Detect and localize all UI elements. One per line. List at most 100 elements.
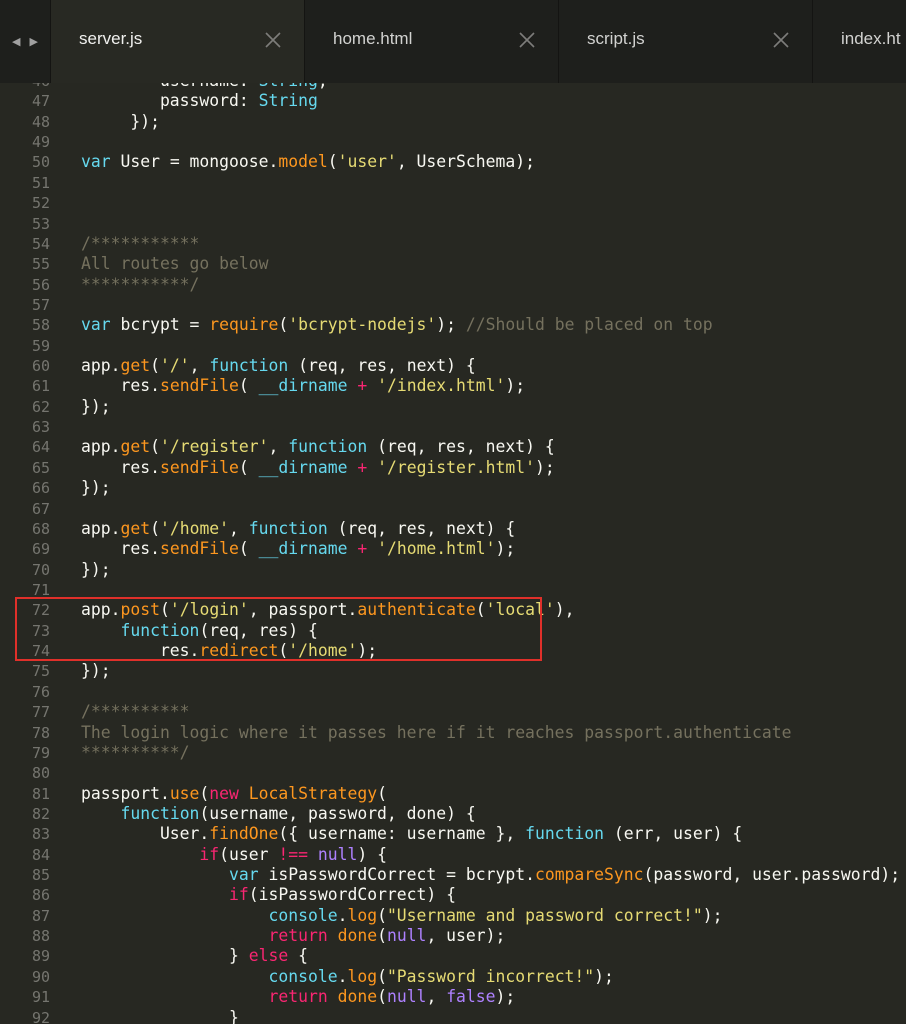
tab-back-arrow-icon[interactable]: ◀ [12,36,20,47]
code-line[interactable]: 63 [0,417,906,437]
code-token: All routes go below [81,254,269,274]
code-token: //Should be placed on top [465,315,713,335]
tab-script-js[interactable]: script.js [558,0,812,83]
code-line[interactable]: 57 [0,295,906,315]
code-token: (username, password, done) { [199,803,476,823]
code-line[interactable]: 68 app.get('/home', function (req, res, n… [0,519,906,539]
code-token: ( [377,905,387,925]
code-token: , [268,437,289,457]
tab-server-js[interactable]: server.js [50,0,304,83]
code-line[interactable]: 75}); [0,661,906,681]
tab-forward-arrow-icon[interactable]: ▶ [30,36,38,47]
code-line[interactable]: 59 [0,336,906,356]
code-token: res. [81,539,160,559]
code-line[interactable]: 82 function(username, password, done) { [0,804,906,824]
code-text: }); [81,661,111,681]
code-text: /*********** [81,234,199,254]
code-line[interactable]: 76 [0,682,906,702]
code-line[interactable]: 67 [0,499,906,519]
code-line[interactable]: 60 app.get('/', function (req, res, next)… [0,356,906,376]
code-line[interactable]: 85 var isPasswordCorrect = bcrypt.compar… [0,865,906,885]
code-line[interactable]: 92 } [0,1008,906,1024]
code-line[interactable]: 54 /*********** [0,234,906,254]
line-number: 75 [31,662,50,681]
close-icon[interactable] [264,31,282,49]
line-number: 88 [31,927,50,946]
code-text: } else { [81,946,308,966]
code-token: (user [219,844,279,864]
code-line[interactable]: 91 return done(null, false); [0,987,906,1007]
code-token: '/index.html' [377,376,506,396]
code-token: ), [554,600,575,620]
code-line[interactable]: 83 User.findOne({ username: username }, … [0,824,906,844]
code-line[interactable]: 84 if(user !== null) { [0,845,906,865]
tab-label: home.html [333,29,413,48]
code-text: passport.use(new LocalStrategy( [81,784,387,804]
code-line[interactable]: 89 } else { [0,946,906,966]
code-line[interactable]: 58 var bcrypt = require('bcrypt-nodejs');… [0,315,906,335]
code-line[interactable]: 79 **********/ [0,743,906,763]
line-number: 56 [31,275,50,294]
tab-navigation: ◀ ▶ [0,0,50,83]
code-token: The login logic where it passes here if … [81,722,792,742]
code-token: , user); [426,926,506,946]
line-number: 55 [31,255,50,274]
code-token: ); [702,905,723,925]
close-icon[interactable] [772,31,790,49]
tab-home-html[interactable]: home.html [304,0,558,83]
code-line[interactable]: 78 The login logic where it passes here i… [0,723,906,743]
line-number: 62 [31,397,50,416]
close-icon[interactable] [518,31,536,49]
code-line[interactable]: 64 app.get('/register', function (req, re… [0,437,906,457]
code-line[interactable]: 80 [0,763,906,783]
code-line[interactable]: 52 [0,193,906,213]
code-line[interactable]: 48 }); [0,112,906,132]
code-editor[interactable]: 46 username: String,47 password: String4… [0,83,906,1024]
code-line[interactable]: 86 if(isPasswordCorrect) { [0,885,906,905]
code-token: sendFile [159,457,239,477]
code-line[interactable]: 87 console.log("Username and password co… [0,906,906,926]
code-line[interactable]: 65 res.sendFile( __dirname + '/register.… [0,458,906,478]
line-number: 86 [31,886,50,905]
code-line[interactable]: 53 [0,214,906,234]
line-number: 80 [31,764,50,783]
code-line[interactable]: 47 password: String [0,91,906,111]
code-token: (req, res, next) { [327,518,516,538]
code-token: , [229,518,249,538]
code-line[interactable]: 50 var User = mongoose.model('user', User… [0,152,906,172]
tab-index-html[interactable]: index.ht [812,0,906,83]
line-number: 53 [31,214,50,233]
code-token: var [229,865,259,885]
code-line[interactable]: 61 res.sendFile( __dirname + '/index.htm… [0,376,906,396]
code-text: /********** [81,702,190,722]
code-line[interactable]: 46 username: String, [0,83,906,91]
code-text: password: String [81,91,318,111]
code-token: done [337,987,378,1007]
code-text: console.log("Password incorrect!"); [81,967,614,987]
code-line[interactable]: 49 [0,132,906,152]
code-token: ( [150,356,160,376]
code-token: username: [160,83,259,90]
code-line[interactable]: 81 passport.use(new LocalStrategy( [0,784,906,804]
code-token: } [81,946,249,966]
code-text: All routes go below [81,254,269,274]
code-line[interactable]: 55 All routes go below [0,254,906,274]
code-token: + [357,376,368,396]
code-line[interactable]: 70}); [0,560,906,580]
code-line[interactable]: 66}); [0,478,906,498]
code-token: ( [199,783,210,803]
code-token: User = mongoose. [110,152,279,172]
code-line[interactable]: 90 console.log("Password incorrect!"); [0,967,906,987]
code-line[interactable]: 77 /********** [0,702,906,722]
code-line[interactable]: 69 res.sendFile( __dirname + '/home.html… [0,539,906,559]
code-line[interactable]: 62}); [0,397,906,417]
code-line[interactable]: 88 return done(null, user); [0,926,906,946]
code-line[interactable]: 51 [0,173,906,193]
code-token: . [337,966,348,986]
code-line[interactable]: 56 ***********/ [0,275,906,295]
